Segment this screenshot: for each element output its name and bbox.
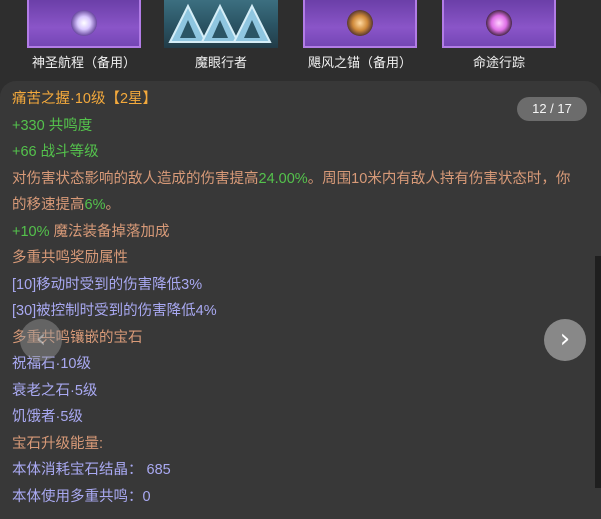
- upgrade-value: 685: [142, 462, 171, 478]
- pink-orb-gem-icon: [442, 0, 556, 48]
- gem-tile[interactable]: 命途行踪: [439, 0, 559, 71]
- resonance-item: [30]被控制时受到的伤害降低4%: [12, 303, 217, 319]
- resonance-title: 多重共鸣奖励属性: [12, 250, 128, 266]
- amber-anchor-gem-icon: [303, 0, 417, 48]
- purple-star-gem-icon: [27, 0, 141, 48]
- socket-gem: 祝福石·10级: [12, 356, 91, 372]
- resonance-item: [10]移动时受到的伤害降低3%: [12, 276, 203, 293]
- gem-title: 痛苦之握·10级【2星】: [12, 86, 582, 113]
- drop-bonus-label: 魔法装备掉落加成: [49, 223, 170, 240]
- chevron-left-icon: ‹: [35, 324, 47, 354]
- drop-bonus-line: +10% 魔法装备掉落加成: [12, 219, 582, 246]
- stat-value: +330: [12, 117, 45, 134]
- socket-title: 多重共鸣镶嵌的宝石: [12, 329, 143, 346]
- gem-selector-row: 神圣航程（备用） 魔眼行者 飓风之锚（备用） 命途行踪: [0, 0, 601, 80]
- drop-bonus-value: +10%: [12, 223, 50, 240]
- stat-label: 战斗等级: [36, 144, 99, 160]
- gem-title-level: 10级: [74, 91, 106, 107]
- upgrade-value: 0: [142, 488, 151, 505]
- stat-line: +330 共鸣度: [12, 113, 582, 140]
- chevron-right-icon: ›: [559, 324, 571, 354]
- gem-name: 飓风之锚（备用）: [307, 55, 412, 70]
- gem-name: 魔眼行者: [194, 55, 247, 70]
- effect-description: 对伤害状态影响的敌人造成的伤害提高24.00%。周围10米内有敌人持有伤害状态时…: [12, 166, 578, 219]
- gem-name: 命途行踪: [472, 55, 525, 70]
- effect-text: 对伤害状态影响的敌人造成的伤害提高: [12, 170, 259, 187]
- socket-gem: 衰老之石·5级: [12, 382, 98, 399]
- stat-line: +66 战斗等级: [12, 139, 582, 166]
- effect-text: 。: [105, 197, 120, 213]
- prev-gem-button[interactable]: ‹: [20, 319, 62, 361]
- gem-tile[interactable]: 飓风之锚（备用）: [300, 0, 420, 71]
- stat-label: 共鸣度: [44, 117, 93, 134]
- socket-gem: 饥饿者·5级: [12, 409, 83, 425]
- upgrade-line: 本体消耗宝石结晶： 685: [12, 457, 582, 484]
- upgrade-label: 本体使用多重共鸣：: [12, 488, 143, 505]
- upgrade-title: 宝石升级能量:: [12, 435, 104, 452]
- gem-detail-panel: 12 / 17 痛苦之握·10级【2星】 +330 共鸣度 +66 战斗等级 对…: [0, 81, 601, 519]
- gem-tile[interactable]: 神圣航程（备用）: [24, 0, 144, 71]
- next-gem-button[interactable]: ›: [544, 319, 586, 361]
- blue-triangle-gem-icon: [164, 0, 278, 48]
- gem-title-name: 痛苦之握: [12, 91, 70, 107]
- gem-name: 神圣航程（备用）: [31, 55, 136, 70]
- effect-value: 24.00%: [258, 170, 308, 187]
- upgrade-label: 本体消耗宝石结晶：: [12, 462, 143, 478]
- scrollbar[interactable]: [595, 256, 601, 488]
- upgrade-line: 本体使用多重共鸣：0: [12, 484, 582, 511]
- gem-tile[interactable]: 魔眼行者: [161, 0, 281, 71]
- gem-title-stars: 【2星】: [105, 91, 158, 107]
- stat-value: +66: [12, 144, 37, 160]
- effect-value: 6%: [84, 197, 106, 213]
- gem-detail-text: 痛苦之握·10级【2星】 +330 共鸣度 +66 战斗等级 对伤害状态影响的敌…: [12, 86, 582, 510]
